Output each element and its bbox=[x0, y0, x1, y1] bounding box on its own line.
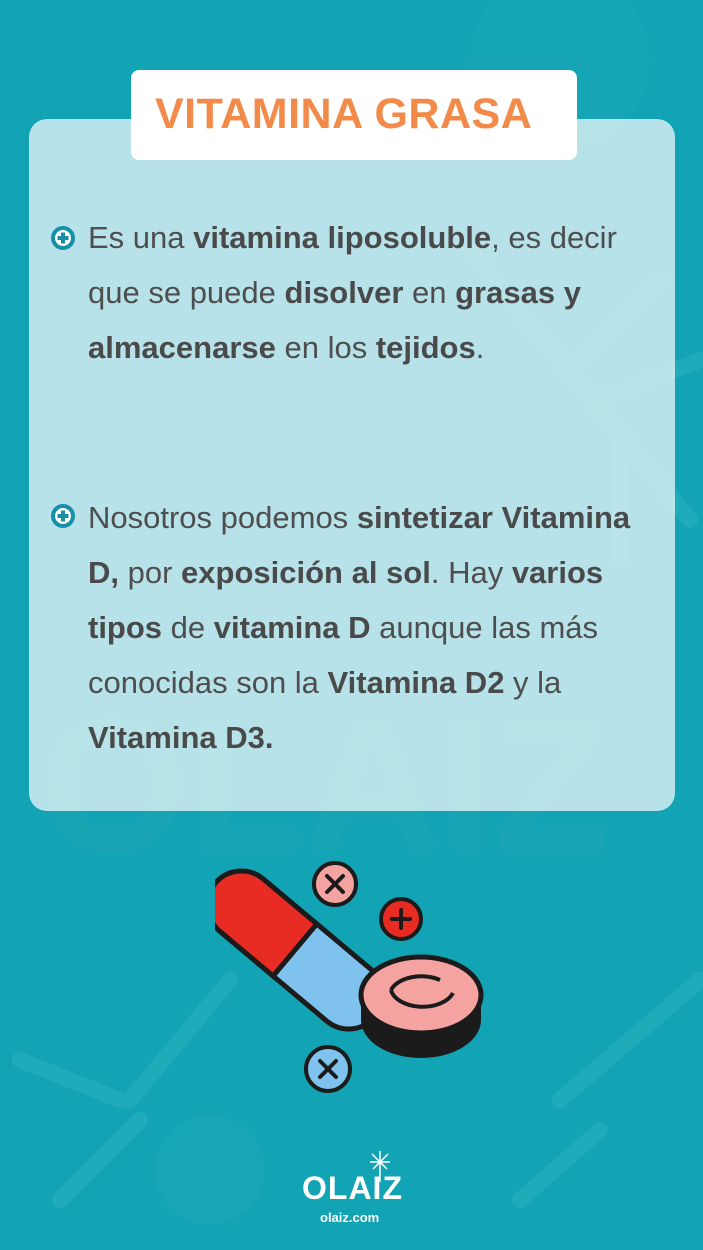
bullet-emphasis: exposición al sol bbox=[181, 555, 431, 590]
plus-circle-bullet-icon bbox=[51, 226, 75, 250]
bullet-text-1: Es una vitamina liposoluble, es decir qu… bbox=[88, 210, 648, 375]
pills-illustration bbox=[215, 861, 484, 1093]
bullet-emphasis: vitamina D bbox=[213, 610, 371, 645]
times-sign-icon bbox=[304, 1045, 352, 1093]
bullet-text: y la bbox=[504, 665, 562, 700]
brand-domain[interactable]: olaiz.com bbox=[320, 1210, 379, 1225]
bullet-emphasis: Vitamina D2 bbox=[327, 665, 505, 700]
bullet-text: . Hay bbox=[430, 555, 512, 590]
bullet-text: en bbox=[403, 275, 456, 310]
bullet-text: por bbox=[119, 555, 182, 590]
tablet-pill-icon bbox=[358, 954, 484, 1058]
page-title: VITAMINA GRASA bbox=[155, 90, 533, 138]
plus-sign-icon bbox=[379, 897, 423, 941]
plus-circle-bullet-icon bbox=[51, 504, 75, 528]
bullet-text: de bbox=[162, 610, 214, 645]
bullet-text: . bbox=[475, 330, 485, 365]
bullet-text: en los bbox=[275, 330, 376, 365]
bullet-emphasis: Vitamina D3. bbox=[88, 720, 274, 755]
bullet-emphasis: disolver bbox=[284, 275, 404, 310]
times-sign-icon bbox=[312, 861, 358, 907]
bullet-text: Nosotros podemos bbox=[88, 500, 357, 535]
bullet-emphasis: vitamina liposoluble bbox=[193, 220, 492, 255]
bullet-emphasis: tejidos bbox=[375, 330, 476, 365]
bullet-text-2: Nosotros podemos sintetizar Vitamina D, … bbox=[88, 490, 648, 765]
brand-logo: OLAIZ bbox=[302, 1170, 403, 1206]
bullet-text: Es una bbox=[88, 220, 194, 255]
